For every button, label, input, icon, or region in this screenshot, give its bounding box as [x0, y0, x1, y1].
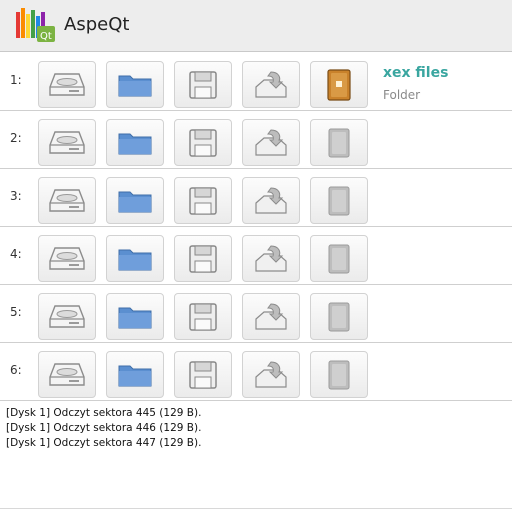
- disk-slot-5: 5:: [0, 285, 512, 343]
- disk-slot-list: 1: xex files Folder 2: 3: 4: 5: 6:: [0, 53, 512, 401]
- disk-slot-1: 1: xex files Folder: [0, 53, 512, 111]
- title-bar: Qt AspeQt: [0, 0, 512, 52]
- drive-icon: [49, 304, 85, 328]
- disk-image-button[interactable]: [310, 351, 368, 398]
- folder-icon: [118, 365, 152, 386]
- save-disk-button[interactable]: [174, 61, 232, 108]
- eject-icon: [255, 128, 287, 156]
- log-line: [Dysk 1] Odczyt sektora 446 (129 B).: [6, 422, 202, 434]
- eject-button[interactable]: [242, 119, 300, 166]
- mount-drive-button[interactable]: [38, 351, 96, 398]
- disk-slot-6: 6:: [0, 343, 512, 401]
- slot-number: 5:: [10, 305, 22, 319]
- save-disk-button[interactable]: [174, 235, 232, 282]
- mount-folder-button[interactable]: [106, 177, 164, 224]
- disk-slot-4: 4:: [0, 227, 512, 285]
- svg-text:Qt: Qt: [40, 31, 52, 42]
- eject-icon: [255, 360, 287, 388]
- folder-icon: [118, 307, 152, 328]
- app-title: AspeQt: [64, 14, 130, 35]
- disk-image-button[interactable]: [310, 177, 368, 224]
- mount-folder-button[interactable]: [106, 293, 164, 340]
- disk-image-button[interactable]: [310, 61, 368, 108]
- eject-button[interactable]: [242, 177, 300, 224]
- slot-number: 4:: [10, 247, 22, 261]
- disk-image-button[interactable]: [310, 119, 368, 166]
- slot-number: 1:: [10, 73, 22, 87]
- disk-image-icon: [328, 244, 350, 273]
- disk-image-icon: [328, 302, 350, 331]
- folder-icon: [118, 133, 152, 154]
- save-disk-button[interactable]: [174, 351, 232, 398]
- log-panel: [Dysk 1] Odczyt sektora 445 (129 B). [Dy…: [6, 406, 506, 451]
- mount-drive-button[interactable]: [38, 61, 96, 108]
- mount-folder-button[interactable]: [106, 119, 164, 166]
- eject-button[interactable]: [242, 235, 300, 282]
- disk-image-icon: [328, 128, 350, 157]
- floppy-disk-icon: [189, 360, 217, 389]
- divider: [0, 508, 512, 509]
- floppy-disk-icon: [189, 70, 217, 99]
- drive-icon: [49, 72, 85, 96]
- disk-image-icon: [328, 186, 350, 215]
- mounted-file-name[interactable]: xex files: [383, 65, 448, 81]
- eject-icon: [255, 186, 287, 214]
- eject-button[interactable]: [242, 351, 300, 398]
- slot-number: 2:: [10, 131, 22, 145]
- save-disk-button[interactable]: [174, 177, 232, 224]
- save-disk-button[interactable]: [174, 293, 232, 340]
- log-line: [Dysk 1] Odczyt sektora 447 (129 B).: [6, 437, 202, 449]
- mount-folder-button[interactable]: [106, 235, 164, 282]
- mount-folder-button[interactable]: [106, 351, 164, 398]
- floppy-disk-icon: [189, 302, 217, 331]
- slot-number: 3:: [10, 189, 22, 203]
- eject-button[interactable]: [242, 293, 300, 340]
- disk-image-button[interactable]: [310, 293, 368, 340]
- mount-drive-button[interactable]: [38, 119, 96, 166]
- mount-folder-button[interactable]: [106, 61, 164, 108]
- floppy-disk-icon: [189, 128, 217, 157]
- eject-icon: [255, 70, 287, 98]
- save-disk-button[interactable]: [174, 119, 232, 166]
- disk-slot-2: 2:: [0, 111, 512, 169]
- eject-icon: [255, 244, 287, 272]
- slot-number: 6:: [10, 363, 22, 377]
- folder-icon: [118, 191, 152, 212]
- mounted-file-type: Folder: [383, 88, 421, 102]
- drive-icon: [49, 362, 85, 386]
- floppy-disk-icon: [189, 186, 217, 215]
- mount-drive-button[interactable]: [38, 235, 96, 282]
- mount-drive-button[interactable]: [38, 293, 96, 340]
- disk-image-icon: [327, 68, 351, 101]
- drive-icon: [49, 246, 85, 270]
- drive-icon: [49, 130, 85, 154]
- floppy-disk-icon: [189, 244, 217, 273]
- eject-button[interactable]: [242, 61, 300, 108]
- app-logo: Qt: [16, 8, 55, 42]
- mount-drive-button[interactable]: [38, 177, 96, 224]
- folder-icon: [118, 75, 152, 96]
- disk-image-button[interactable]: [310, 235, 368, 282]
- drive-icon: [49, 188, 85, 212]
- eject-icon: [255, 302, 287, 330]
- disk-image-icon: [328, 360, 350, 389]
- disk-slot-3: 3:: [0, 169, 512, 227]
- log-line: [Dysk 1] Odczyt sektora 445 (129 B).: [6, 407, 202, 419]
- folder-icon: [118, 249, 152, 270]
